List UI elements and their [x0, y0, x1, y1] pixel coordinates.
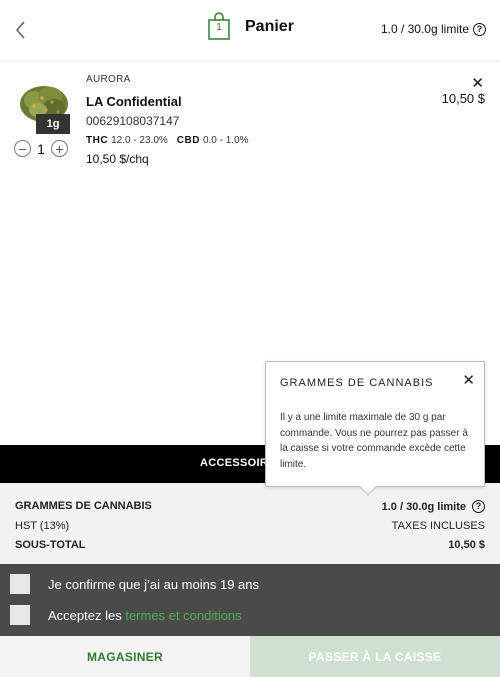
product-sku: 00629108037147 — [86, 114, 180, 128]
header-limit-text: 1.0 / 30.0g limite — [380, 22, 469, 36]
subtotal-label: SOUS-TOTAL — [15, 539, 86, 551]
terms-link[interactable]: termes et conditions — [125, 608, 241, 623]
potency-info: THC 12.0 - 23.0% CBD 0.0 - 1.0% — [86, 135, 249, 146]
quantity-stepper: − 1 + — [14, 140, 68, 157]
product-brand: AURORA — [86, 74, 131, 85]
cannabis-grams-tooltip: GRAMMES DE CANNABIS ✕ Il y a une limite … — [265, 361, 485, 487]
checkout-button[interactable]: PASSER À LA CAISSE — [250, 636, 500, 677]
remove-item-close-icon[interactable]: ✕ — [471, 74, 484, 92]
back-chevron-icon[interactable] — [10, 16, 32, 44]
quantity-value: 1 — [37, 140, 45, 157]
tooltip-text: Il y a une limite maximale de 30 g par c… — [280, 412, 468, 470]
product-name[interactable]: LA Confidential — [86, 94, 182, 109]
shopping-bag-icon: 1 — [207, 12, 231, 40]
unit-price: 10,50 $/chq — [86, 152, 149, 166]
terms-prefix: Acceptez les — [48, 607, 126, 623]
tax-label: HST (13%) — [15, 520, 70, 532]
tooltip-close-icon[interactable]: ✕ — [462, 371, 475, 389]
age-confirm-checkbox[interactable] — [10, 574, 30, 594]
weight-badge: 1g — [36, 114, 70, 134]
info-icon[interactable]: ? — [473, 22, 486, 36]
cart-item: 1g − 1 + AURORA LA Confidential 00629108… — [0, 62, 500, 182]
cbd-label: CBD — [176, 135, 200, 146]
decrease-quantity-button[interactable]: − — [14, 140, 31, 157]
tax-value: TAXES INCLUSES — [391, 520, 485, 532]
cart-count: 1 — [216, 22, 222, 33]
terms-label: Acceptez les termes et conditions — [48, 608, 242, 623]
increase-quantity-button[interactable]: + — [51, 140, 68, 157]
grams-label: GRAMMES DE CANNABIS — [15, 500, 152, 512]
shop-button[interactable]: MAGASINER — [0, 636, 250, 677]
thc-value: 12.0 - 23.0% — [111, 135, 168, 146]
header-limit: 1.0 / 30.0g limite ? — [381, 22, 486, 36]
age-confirm-label: Je confirme que j’ai au moins 19 ans — [48, 576, 260, 592]
age-confirm-row: Je confirme que j’ai au moins 19 ans — [10, 574, 259, 594]
grams-value: 1.0 / 30.0g limite — [381, 500, 466, 513]
terms-checkbox[interactable] — [10, 605, 30, 625]
line-total: 10,50 $ — [441, 91, 485, 106]
page-title: Panier — [245, 18, 294, 35]
subtotal-value: 10,50 $ — [448, 539, 485, 551]
summary-tax-row: HST (13%) TAXES INCLUSES — [15, 520, 485, 532]
terms-confirm-row: Acceptez les termes et conditions — [10, 605, 242, 625]
info-icon[interactable]: ? — [472, 500, 485, 513]
summary-grams-row: GRAMMES DE CANNABIS 1.0 / 30.0g limite ? — [15, 500, 485, 513]
cbd-value: 0.0 - 1.0% — [202, 135, 249, 146]
confirmation-panel: Je confirme que j’ai au moins 19 ans Acc… — [0, 564, 500, 636]
thc-label: THC — [86, 135, 109, 146]
summary-subtotal-row: SOUS-TOTAL 10,50 $ — [15, 539, 485, 551]
header: 1 Panier 1.0 / 30.0g limite ? — [0, 0, 500, 62]
tooltip-title: GRAMMES DE CANNABIS — [280, 377, 434, 389]
order-summary: GRAMMES DE CANNABIS 1.0 / 30.0g limite ?… — [0, 483, 500, 564]
accessories-label: ACCESSOIR — [200, 457, 269, 469]
